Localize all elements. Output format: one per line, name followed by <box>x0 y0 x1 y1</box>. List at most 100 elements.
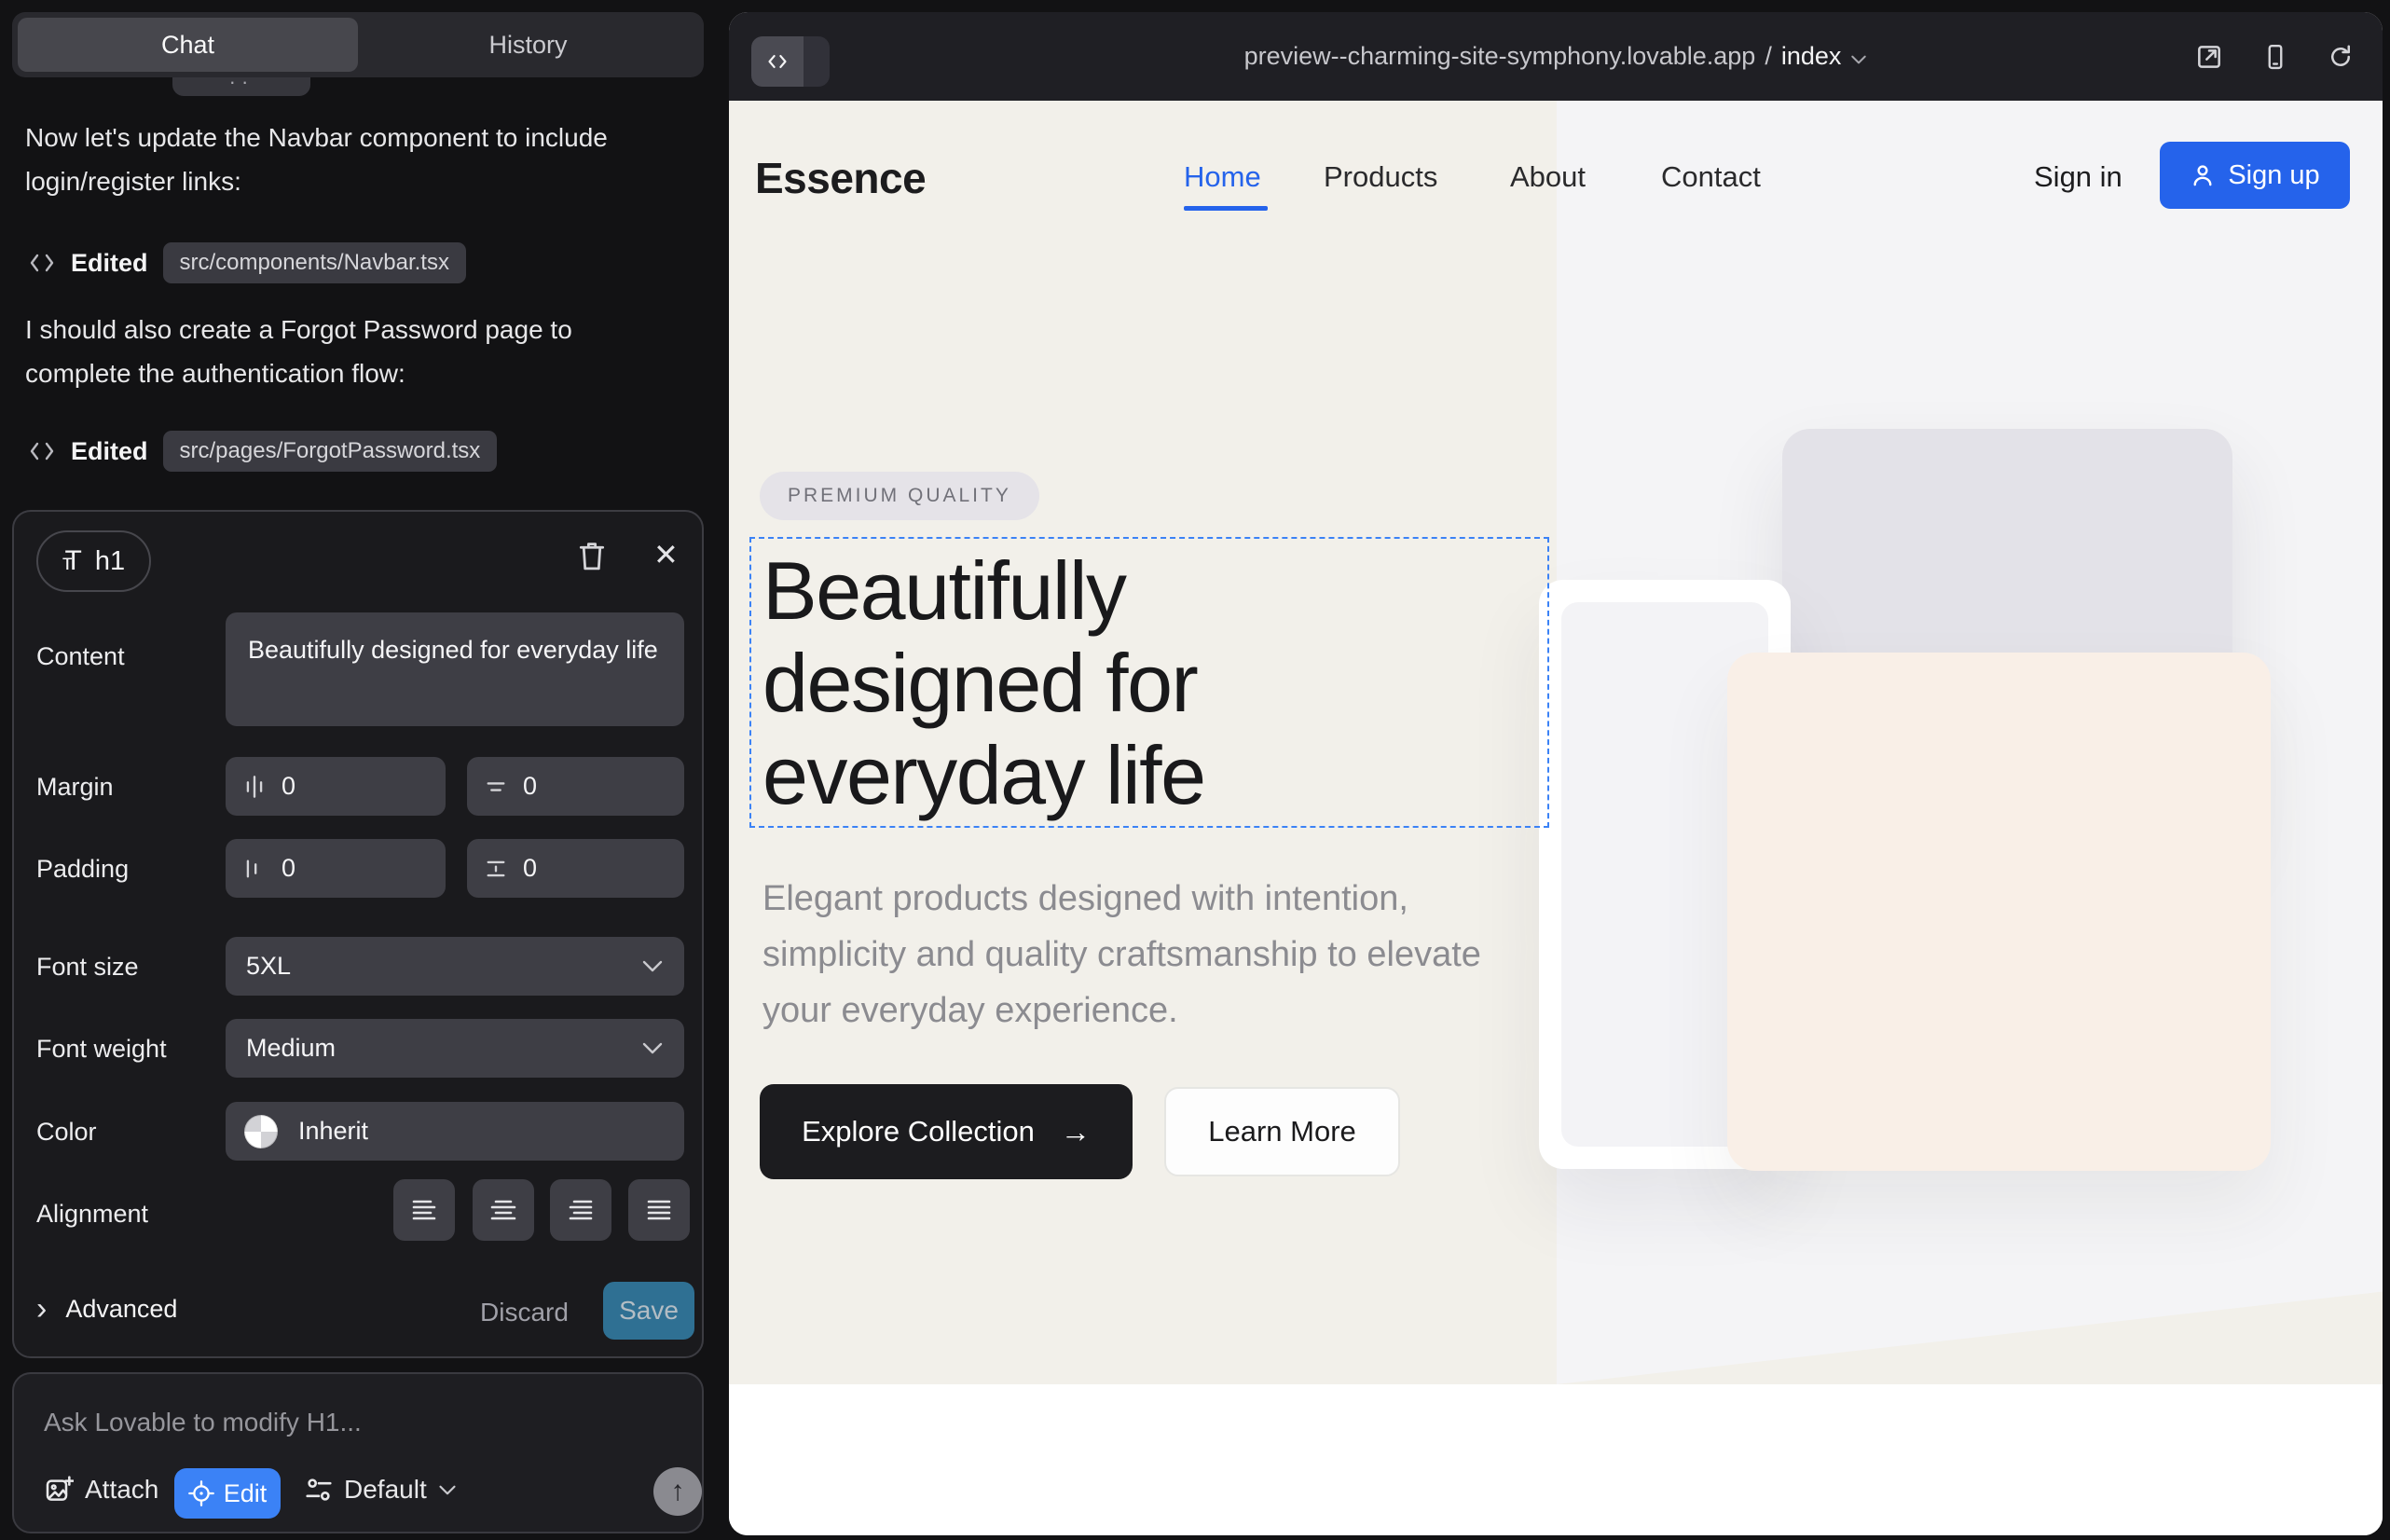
refresh-icon[interactable] <box>2327 42 2355 72</box>
margin-x-value: 0 <box>282 772 295 801</box>
chevron-down-icon <box>438 1484 457 1496</box>
preview-toolbar: preview--charming-site-symphony.lovable.… <box>729 12 2383 101</box>
arrow-right-icon: → <box>1061 1115 1091 1149</box>
padding-x-input[interactable]: 0 <box>226 839 446 898</box>
selection-overlay <box>749 537 1549 828</box>
send-button[interactable]: ↑ <box>653 1467 702 1516</box>
align-right-icon <box>567 1198 595 1222</box>
composer-input[interactable]: Ask Lovable to modify H1... <box>44 1408 362 1437</box>
attach-image-icon <box>44 1475 74 1505</box>
chevron-right-icon: › <box>36 1293 47 1325</box>
nav-link-home[interactable]: Home <box>1184 160 1261 194</box>
font-size-select[interactable]: 5XL <box>226 937 684 996</box>
align-center-icon <box>489 1198 517 1222</box>
edited-label: Edited <box>71 437 148 466</box>
mode-label: Default <box>344 1475 427 1505</box>
url-separator: / <box>1765 42 1772 71</box>
explore-collection-button[interactable]: Explore Collection → <box>760 1084 1133 1179</box>
hero-paragraph: Elegant products designed with intention… <box>762 871 1555 1038</box>
align-right-button[interactable] <box>550 1179 611 1241</box>
advanced-toggle[interactable]: › Advanced <box>36 1293 177 1325</box>
element-editor-panel: тT h1 ✕ Content Beautifully designed for… <box>12 510 704 1358</box>
edit-label: Edit <box>224 1479 268 1508</box>
mobile-view-icon[interactable] <box>2261 42 2289 72</box>
edited-file-row[interactable]: Edited src/pages/ForgotPassword.tsx <box>28 431 497 472</box>
close-icon[interactable]: ✕ <box>653 540 679 570</box>
url-page: index <box>1781 42 1842 71</box>
sign-in-link[interactable]: Sign in <box>2034 160 2122 194</box>
align-justify-icon <box>645 1198 673 1222</box>
content-label: Content <box>36 642 125 671</box>
url-domain: preview--charming-site-symphony.lovable.… <box>1244 42 1756 71</box>
chat-message: Now let's update the Navbar component to… <box>25 116 640 203</box>
url-bar[interactable]: preview--charming-site-symphony.lovable.… <box>729 12 2383 101</box>
align-justify-button[interactable] <box>628 1179 690 1241</box>
color-select[interactable]: Inherit <box>226 1102 684 1161</box>
margin-y-icon <box>484 775 508 799</box>
font-weight-label: Font weight <box>36 1035 167 1064</box>
site-logo[interactable]: Essence <box>755 153 926 203</box>
font-weight-select[interactable]: Medium <box>226 1019 684 1078</box>
tab-chat[interactable]: Chat <box>18 18 358 72</box>
open-external-icon[interactable] <box>2194 42 2224 72</box>
chat-message: I should also create a Forgot Password p… <box>25 308 640 395</box>
chat-history-tabs: Chat History <box>12 12 704 77</box>
file-chip[interactable]: src/pages/ForgotPassword.tsx <box>163 431 498 472</box>
typography-icon: тT <box>62 545 82 577</box>
sign-up-label: Sign up <box>2228 160 2319 191</box>
mode-select[interactable]: Default <box>305 1475 457 1505</box>
arrow-up-icon: ↑ <box>671 1476 685 1507</box>
site-page: Essence Home Products About Contact Sign… <box>729 101 2383 1535</box>
chevron-down-icon[interactable] <box>1850 54 1867 65</box>
nav-link-products[interactable]: Products <box>1324 160 1437 194</box>
margin-x-input[interactable]: 0 <box>226 757 446 816</box>
app-window: Chat History ·· Now let's update the Nav… <box>0 0 2390 1540</box>
padding-label: Padding <box>36 855 129 884</box>
margin-label: Margin <box>36 773 114 802</box>
chevron-down-icon <box>641 1041 664 1055</box>
padding-y-icon <box>484 857 508 881</box>
advanced-label: Advanced <box>65 1295 177 1324</box>
discard-button[interactable]: Discard <box>480 1298 569 1327</box>
nav-link-about[interactable]: About <box>1510 160 1586 194</box>
sign-up-button[interactable]: Sign up <box>2160 142 2350 209</box>
code-icon <box>28 251 56 275</box>
tab-history[interactable]: History <box>358 18 698 72</box>
padding-y-value: 0 <box>523 854 537 883</box>
explore-collection-label: Explore Collection <box>802 1115 1035 1148</box>
color-value: Inherit <box>298 1117 368 1146</box>
premium-badge: PREMIUM QUALITY <box>760 472 1039 520</box>
target-icon <box>188 1480 214 1506</box>
delete-element-button[interactable] <box>575 538 609 573</box>
color-swatch <box>244 1115 278 1148</box>
margin-x-icon <box>242 775 267 799</box>
collapsed-chip[interactable]: ·· <box>172 77 310 96</box>
margin-y-input[interactable]: 0 <box>467 757 684 816</box>
align-left-button[interactable] <box>393 1179 455 1241</box>
font-size-label: Font size <box>36 953 139 982</box>
attach-button[interactable]: Attach <box>44 1475 158 1505</box>
edit-mode-button[interactable]: Edit <box>174 1468 281 1519</box>
file-chip[interactable]: src/components/Navbar.tsx <box>163 242 466 283</box>
nav-link-contact[interactable]: Contact <box>1661 160 1761 194</box>
content-input[interactable]: Beautifully designed for everyday life <box>226 612 684 726</box>
decorative-card-cream <box>1727 653 2271 1171</box>
save-button[interactable]: Save <box>603 1282 694 1340</box>
user-icon <box>2190 162 2216 188</box>
padding-x-icon <box>242 857 267 881</box>
edited-file-row[interactable]: Edited src/components/Navbar.tsx <box>28 242 466 283</box>
learn-more-button[interactable]: Learn More <box>1164 1087 1400 1176</box>
sliders-icon <box>305 1476 333 1504</box>
chat-composer[interactable]: Ask Lovable to modify H1... Attach Edit … <box>12 1372 704 1533</box>
align-center-button[interactable] <box>473 1179 534 1241</box>
attach-label: Attach <box>85 1475 158 1505</box>
nav-active-underline <box>1184 206 1268 211</box>
code-icon <box>28 439 56 463</box>
selected-element-pill: тT h1 <box>36 530 151 592</box>
edited-label: Edited <box>71 249 148 278</box>
color-label: Color <box>36 1118 97 1147</box>
padding-y-input[interactable]: 0 <box>467 839 684 898</box>
font-size-value: 5XL <box>246 952 291 981</box>
element-tag: h1 <box>95 546 125 577</box>
align-left-icon <box>410 1198 438 1222</box>
